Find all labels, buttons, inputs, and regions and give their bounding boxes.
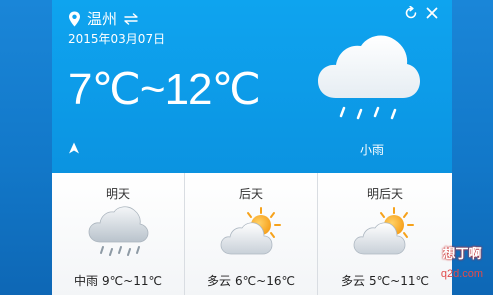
forecast-temperature: 9℃~11℃ [102, 274, 162, 288]
forecast-day-label: 后天 [238, 187, 263, 201]
forecast-card-tomorrow[interactable]: 明天 中雨 9℃~11℃ [52, 173, 185, 295]
current-date: 2015年03月07日 [68, 32, 166, 46]
watermark-text: 想丁啊 [442, 247, 482, 262]
forecast-panel: 明天 中雨 9℃~11℃ 后天 多云 6℃~16℃ 明后天 多云 5℃~11℃ [52, 173, 452, 295]
collapse-arrow-icon[interactable] [68, 142, 80, 154]
forecast-condition: 中雨 [74, 274, 99, 288]
forecast-condition: 多云 [207, 274, 232, 288]
rain-cloud-icon [88, 206, 149, 256]
location-row: 温州 [68, 9, 139, 29]
desktop-background-left [0, 0, 52, 295]
watermark-url: q2d.com [440, 268, 484, 280]
forecast-card-day-after[interactable]: 后天 多云 6℃~16℃ [185, 173, 318, 295]
forecast-condition: 多云 [341, 274, 366, 288]
city-name[interactable]: 温州 [87, 9, 117, 29]
forecast-temperature: 6℃~16℃ [235, 274, 295, 288]
location-pin-icon [69, 11, 80, 27]
forecast-temperature: 5℃~11℃ [369, 274, 429, 288]
current-weather-panel: 温州 2015年03月07日 7℃~12℃ 小雨 [52, 0, 452, 173]
sun-cloud-icon [220, 207, 281, 255]
forecast-info: 中雨 9℃~11℃ [52, 273, 184, 289]
forecast-card-third-day[interactable]: 明后天 多云 5℃~11℃ [318, 173, 452, 295]
forecast-day-label: 明天 [105, 187, 130, 201]
current-condition-label: 小雨 [360, 143, 385, 157]
forecast-info: 多云 6℃~16℃ [185, 273, 317, 289]
site-watermark: 想丁啊 q2d.com [434, 243, 490, 293]
current-rain-cloud-icon [318, 35, 420, 120]
weather-widget: 温州 2015年03月07日 7℃~12℃ 小雨 明天 中雨 9℃~11℃ 后天… [52, 0, 452, 295]
forecast-info: 多云 5℃~11℃ [318, 273, 452, 289]
refresh-icon[interactable] [404, 6, 418, 20]
sun-cloud-icon [353, 207, 414, 255]
forecast-day-label: 明后天 [366, 187, 403, 201]
close-icon[interactable] [425, 6, 439, 20]
switch-city-icon[interactable] [123, 13, 139, 25]
current-temperature-range: 7℃~12℃ [68, 65, 261, 114]
